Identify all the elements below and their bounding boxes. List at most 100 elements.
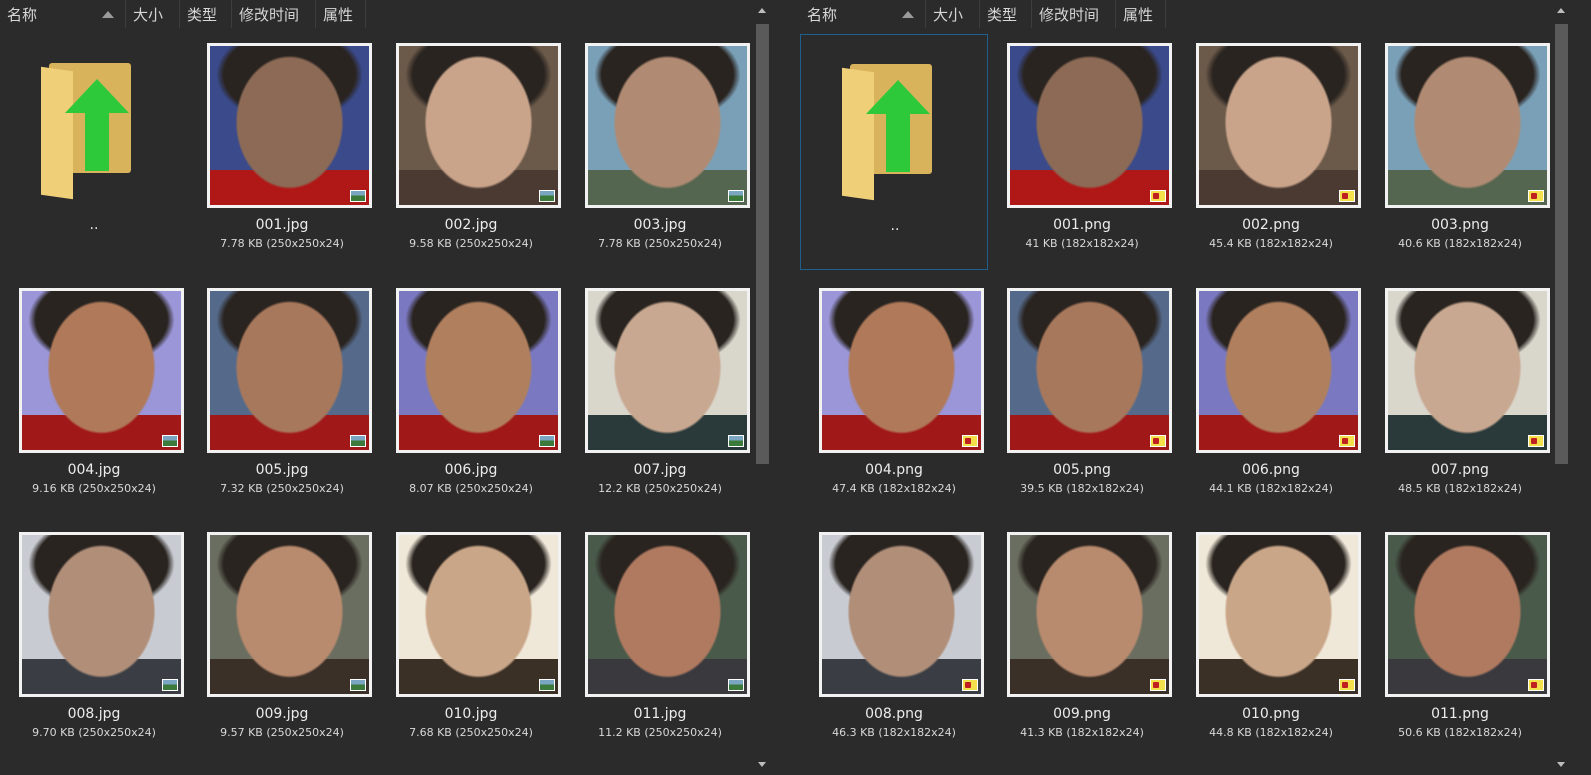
image-thumbnail[interactable] xyxy=(585,43,750,208)
file-tile[interactable]: 006.jpg 8.07 KB (250x250x24) xyxy=(377,279,565,515)
column-attributes[interactable]: 属性 xyxy=(316,0,366,28)
file-name: 002.png xyxy=(1242,217,1300,233)
file-tile[interactable]: 003.png 40.6 KB (182x182x24) xyxy=(1366,34,1554,270)
column-header: 名称 大小 类型 修改时间 属性 xyxy=(0,0,366,28)
parent-folder-tile[interactable]: .. xyxy=(800,34,988,270)
file-size-dimensions: 7.32 KB (250x250x24) xyxy=(220,482,344,495)
file-tile[interactable]: 007.jpg 12.2 KB (250x250x24) xyxy=(566,279,754,515)
image-thumbnail[interactable] xyxy=(1196,532,1361,697)
vertical-scrollbar[interactable] xyxy=(1552,0,1571,775)
file-tile[interactable]: 004.jpg 9.16 KB (250x250x24) xyxy=(0,279,188,515)
file-tile[interactable]: 002.png 45.4 KB (182x182x24) xyxy=(1177,34,1365,270)
pane-divider[interactable] xyxy=(772,0,800,775)
parent-folder-tile[interactable]: .. xyxy=(0,34,188,270)
file-tile[interactable]: 010.png 44.8 KB (182x182x24) xyxy=(1177,523,1365,759)
image-file-icon xyxy=(162,679,178,691)
file-name: 006.png xyxy=(1242,462,1300,478)
file-size-dimensions: 8.07 KB (250x250x24) xyxy=(409,482,533,495)
file-tile[interactable]: 008.jpg 9.70 KB (250x250x24) xyxy=(0,523,188,759)
column-modified[interactable]: 修改时间 xyxy=(232,0,316,28)
column-name[interactable]: 名称 xyxy=(800,0,926,28)
right-file-pane[interactable]: 名称 大小 类型 修改时间 属性 .. 001.png 41 KB (182x182… xyxy=(800,0,1591,775)
column-type[interactable]: 类型 xyxy=(980,0,1032,28)
file-size-dimensions: 7.78 KB (250x250x24) xyxy=(598,237,722,250)
image-thumbnail[interactable] xyxy=(396,532,561,697)
file-name: 002.jpg xyxy=(444,217,498,233)
portrait-image xyxy=(1010,291,1169,450)
scrollbar-thumb[interactable] xyxy=(1555,24,1568,464)
portrait-image xyxy=(210,46,369,205)
column-name[interactable]: 名称 xyxy=(0,0,126,28)
file-name: 010.png xyxy=(1242,706,1300,722)
image-thumbnail[interactable] xyxy=(19,532,184,697)
folder-up-arrow-icon xyxy=(41,63,135,200)
png-file-icon xyxy=(1528,679,1544,691)
file-tile[interactable]: 002.jpg 9.58 KB (250x250x24) xyxy=(377,34,565,270)
image-thumbnail[interactable] xyxy=(1196,288,1361,453)
file-size-dimensions: 9.58 KB (250x250x24) xyxy=(409,237,533,250)
file-tile[interactable]: 004.png 47.4 KB (182x182x24) xyxy=(800,279,988,515)
file-size-dimensions: 48.5 KB (182x182x24) xyxy=(1398,482,1522,495)
image-thumbnail[interactable] xyxy=(19,288,184,453)
file-tile[interactable]: 008.png 46.3 KB (182x182x24) xyxy=(800,523,988,759)
image-thumbnail[interactable] xyxy=(207,288,372,453)
image-thumbnail[interactable] xyxy=(585,288,750,453)
file-name: 009.jpg xyxy=(255,706,309,722)
file-size-dimensions: 44.1 KB (182x182x24) xyxy=(1209,482,1333,495)
file-tile[interactable]: 001.jpg 7.78 KB (250x250x24) xyxy=(188,34,376,270)
file-tile[interactable]: 009.jpg 9.57 KB (250x250x24) xyxy=(188,523,376,759)
file-tile[interactable]: 005.png 39.5 KB (182x182x24) xyxy=(988,279,1176,515)
image-thumbnail[interactable] xyxy=(1385,288,1550,453)
file-name: 010.jpg xyxy=(444,706,498,722)
file-size-dimensions: 46.3 KB (182x182x24) xyxy=(832,726,956,739)
image-file-icon xyxy=(539,679,555,691)
file-size-dimensions: 45.4 KB (182x182x24) xyxy=(1209,237,1333,250)
image-thumbnail[interactable] xyxy=(207,532,372,697)
image-thumbnail[interactable] xyxy=(1007,532,1172,697)
image-thumbnail[interactable] xyxy=(1385,43,1550,208)
image-file-icon xyxy=(728,679,744,691)
scroll-down-arrow-icon[interactable] xyxy=(1557,762,1565,767)
file-tile[interactable]: 011.jpg 11.2 KB (250x250x24) xyxy=(566,523,754,759)
file-tile[interactable]: 005.jpg 7.32 KB (250x250x24) xyxy=(188,279,376,515)
image-thumbnail[interactable] xyxy=(1196,43,1361,208)
file-name: 004.jpg xyxy=(67,462,121,478)
image-thumbnail[interactable] xyxy=(1007,288,1172,453)
image-thumbnail[interactable] xyxy=(396,288,561,453)
column-size[interactable]: 大小 xyxy=(126,0,180,28)
left-file-pane[interactable]: 名称 大小 类型 修改时间 属性 .. 001.jpg 7.78 KB (250x2… xyxy=(0,0,772,775)
file-name: 007.png xyxy=(1431,462,1489,478)
file-tile[interactable]: 009.png 41.3 KB (182x182x24) xyxy=(988,523,1176,759)
file-tile[interactable]: 011.png 50.6 KB (182x182x24) xyxy=(1366,523,1554,759)
file-tile[interactable]: 003.jpg 7.78 KB (250x250x24) xyxy=(566,34,754,270)
scroll-up-arrow-icon[interactable] xyxy=(758,8,766,13)
png-file-icon xyxy=(962,679,978,691)
column-modified[interactable]: 修改时间 xyxy=(1032,0,1116,28)
image-thumbnail[interactable] xyxy=(585,532,750,697)
file-tile[interactable]: 001.png 41 KB (182x182x24) xyxy=(988,34,1176,270)
file-tile[interactable]: 010.jpg 7.68 KB (250x250x24) xyxy=(377,523,565,759)
file-size-dimensions: 39.5 KB (182x182x24) xyxy=(1020,482,1144,495)
file-name: 009.png xyxy=(1053,706,1111,722)
column-attributes[interactable]: 属性 xyxy=(1116,0,1166,28)
portrait-image xyxy=(1388,535,1547,694)
scroll-down-arrow-icon[interactable] xyxy=(758,762,766,767)
image-thumbnail[interactable] xyxy=(819,532,984,697)
column-type[interactable]: 类型 xyxy=(180,0,232,28)
column-size[interactable]: 大小 xyxy=(926,0,980,28)
scrollbar-thumb[interactable] xyxy=(756,24,769,464)
image-thumbnail[interactable] xyxy=(819,288,984,453)
image-thumbnail[interactable] xyxy=(207,43,372,208)
image-thumbnail[interactable] xyxy=(396,43,561,208)
file-tile[interactable]: 007.png 48.5 KB (182x182x24) xyxy=(1366,279,1554,515)
file-tile[interactable]: 006.png 44.1 KB (182x182x24) xyxy=(1177,279,1365,515)
image-thumbnail[interactable] xyxy=(1007,43,1172,208)
file-size-dimensions: 11.2 KB (250x250x24) xyxy=(598,726,722,739)
portrait-image xyxy=(1010,46,1169,205)
file-name: 005.png xyxy=(1053,462,1111,478)
vertical-scrollbar[interactable] xyxy=(753,0,772,775)
portrait-image xyxy=(1199,291,1358,450)
scroll-up-arrow-icon[interactable] xyxy=(1557,8,1565,13)
parent-folder-label: .. xyxy=(890,218,900,234)
image-thumbnail[interactable] xyxy=(1385,532,1550,697)
